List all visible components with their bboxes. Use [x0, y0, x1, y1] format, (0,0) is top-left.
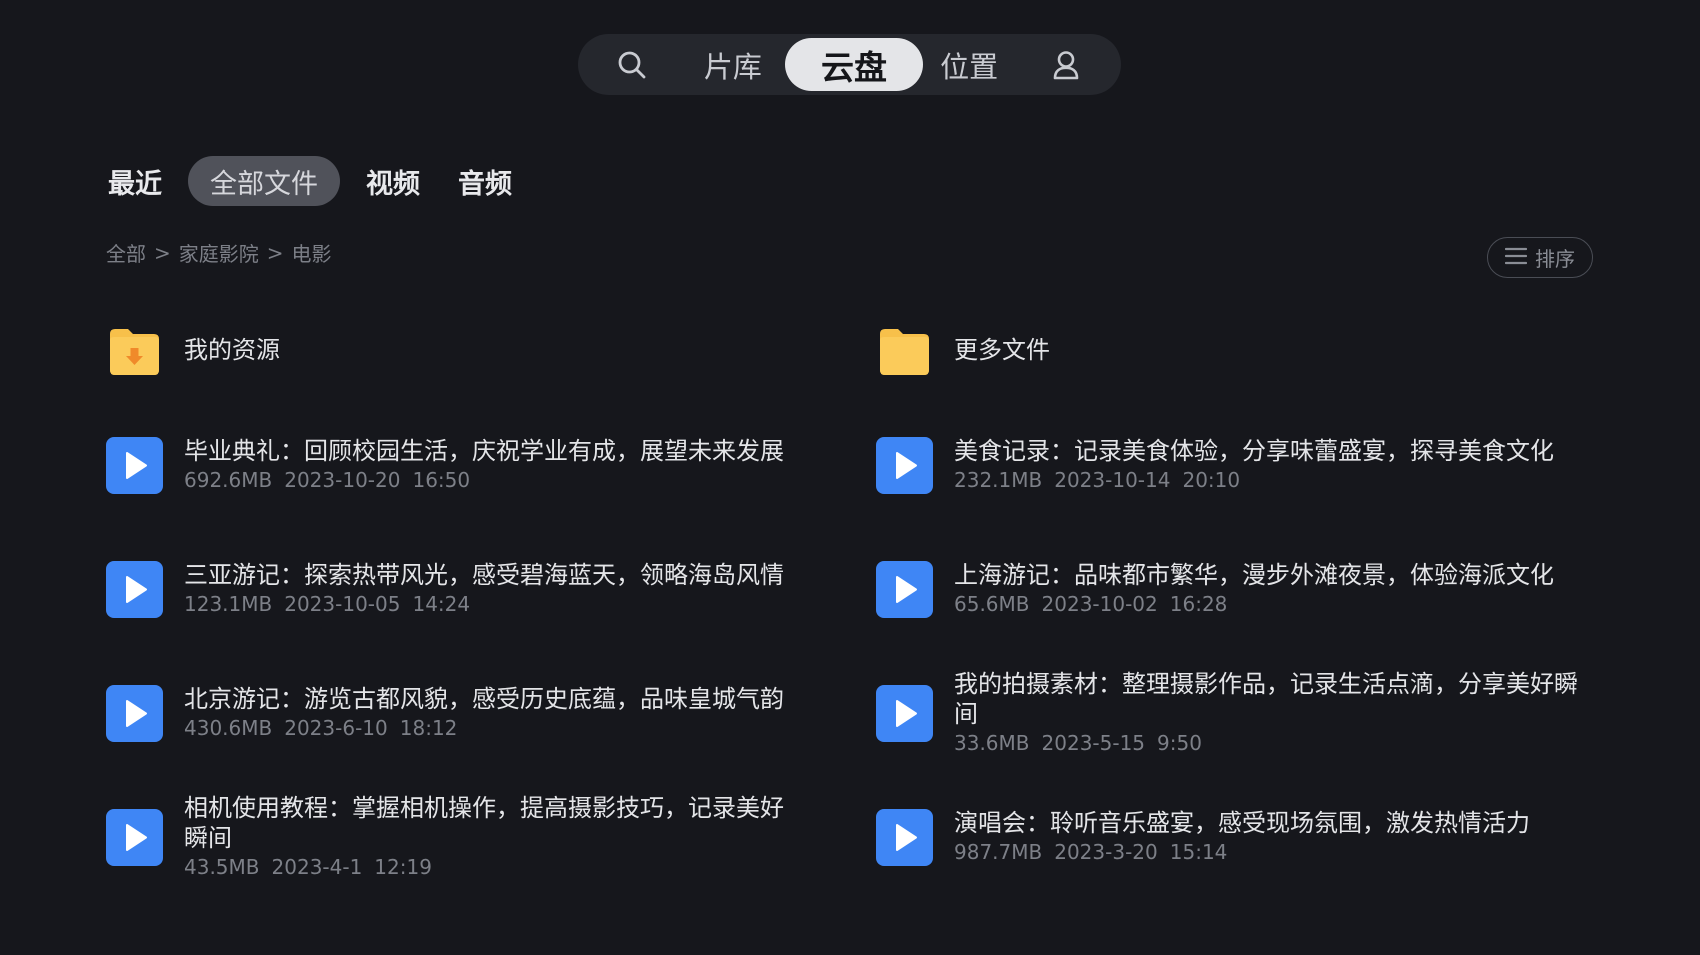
breadcrumb-item-all[interactable]: 全部 — [106, 238, 146, 267]
file-date: 2023-4-1 — [271, 855, 363, 879]
file-size: 123.1MB — [184, 592, 273, 616]
video-meta: 692.6MB 2023-10-20 16:50 — [184, 466, 784, 494]
video-meta: 65.6MB 2023-10-02 16:28 — [954, 590, 1554, 618]
breadcrumb-item-home-theater[interactable]: 家庭影院 — [179, 238, 259, 267]
video-meta: 232.1MB 2023-10-14 20:10 — [954, 466, 1554, 494]
nav-tab-location[interactable]: 位置 — [923, 38, 1014, 91]
play-icon — [106, 684, 163, 742]
file-date: 2023-10-14 — [1054, 468, 1171, 492]
nav-search-button[interactable] — [582, 38, 681, 91]
video-meta: 33.6MB 2023-5-15 9:50 — [954, 729, 1594, 757]
video-item[interactable]: 上海游记：品味都市繁华，漫步外滩夜景，体验海派文化 65.6MB 2023-10-… — [876, 549, 1576, 629]
video-item[interactable]: 毕业典礼：回顾校园生活，庆祝学业有成，展望未来发展 692.6MB 2023-10… — [106, 425, 806, 505]
folder-name: 我的资源 — [184, 336, 280, 364]
video-title: 三亚游记：探索热带风光，感受碧海蓝天，领略海岛风情 — [184, 561, 784, 589]
video-title: 毕业典礼：回顾校园生活，庆祝学业有成，展望未来发展 — [184, 437, 784, 465]
video-item[interactable]: 北京游记：游览古都风貌，感受历史底蕴，品味皇城气韵 430.6MB 2023-6-… — [106, 673, 806, 753]
play-icon — [106, 808, 163, 866]
file-size: 65.6MB — [954, 592, 1030, 616]
file-time: 15:14 — [1169, 840, 1228, 864]
search-icon — [616, 49, 648, 81]
video-meta: 987.7MB 2023-3-20 15:14 — [954, 838, 1530, 866]
video-title: 相机使用教程：掌握相机操作，提高摄影技巧，记录美好瞬间 — [184, 794, 784, 852]
tab-recent[interactable]: 最近 — [96, 156, 174, 206]
video-meta: 123.1MB 2023-10-05 14:24 — [184, 590, 784, 618]
breadcrumb: 全部 > 家庭影院 > 电影 — [106, 238, 332, 267]
file-size: 43.5MB — [184, 855, 260, 879]
list-icon — [1504, 246, 1535, 270]
file-size: 232.1MB — [954, 468, 1043, 492]
play-icon — [106, 436, 163, 494]
file-date: 2023-5-15 — [1041, 731, 1146, 755]
nav-tab-cloud[interactable]: 云盘 — [784, 38, 924, 91]
profile-icon — [1051, 49, 1081, 81]
video-item[interactable]: 美食记录：记录美食体验，分享味蕾盛宴，探寻美食文化 232.1MB 2023-10… — [876, 425, 1576, 505]
play-icon — [876, 560, 933, 618]
video-item[interactable]: 三亚游记：探索热带风光，感受碧海蓝天，领略海岛风情 123.1MB 2023-10… — [106, 549, 806, 629]
file-size: 33.6MB — [954, 731, 1030, 755]
sub-tabs: 最近 全部文件 视频 音频 — [96, 156, 538, 206]
play-icon — [876, 684, 933, 742]
file-time: 9:50 — [1157, 731, 1202, 755]
play-icon — [876, 808, 933, 866]
tab-all-files[interactable]: 全部文件 — [188, 156, 340, 206]
tab-video[interactable]: 视频 — [354, 156, 432, 206]
breadcrumb-separator: > — [266, 240, 284, 265]
tab-audio[interactable]: 音频 — [446, 156, 524, 206]
video-title: 美食记录：记录美食体验，分享味蕾盛宴，探寻美食文化 — [954, 437, 1554, 465]
sort-button[interactable]: 排序 — [1487, 237, 1593, 278]
file-time: 14:24 — [412, 592, 471, 616]
file-date: 2023-6-10 — [284, 716, 388, 740]
file-date: 2023-3-20 — [1054, 840, 1158, 864]
video-title: 上海游记：品味都市繁华，漫步外滩夜景，体验海派文化 — [954, 561, 1554, 589]
breadcrumb-separator: > — [154, 240, 171, 265]
file-date: 2023-10-02 — [1041, 592, 1158, 616]
file-size: 987.7MB — [954, 840, 1043, 864]
file-time: 16:28 — [1169, 592, 1228, 616]
file-time: 20:10 — [1182, 468, 1241, 492]
file-size: 692.6MB — [184, 468, 273, 492]
file-date: 2023-10-05 — [284, 592, 401, 616]
folder-item-more-files[interactable]: 更多文件 — [876, 310, 1576, 390]
play-icon — [106, 560, 163, 618]
play-icon — [876, 436, 933, 494]
top-navigation: 片库 云盘 位置 — [578, 34, 1121, 95]
folder-name: 更多文件 — [954, 336, 1050, 364]
video-item[interactable]: 我的拍摄素材：整理摄影作品，记录生活点滴，分享美好瞬间 33.6MB 2023-5… — [876, 670, 1598, 755]
file-time: 12:19 — [374, 855, 432, 879]
video-item[interactable]: 演唱会：聆听音乐盛宴，感受现场氛围，激发热情活力 987.7MB 2023-3-2… — [876, 797, 1576, 877]
sort-label: 排序 — [1535, 247, 1575, 271]
folder-item-my-resources[interactable]: 我的资源 — [106, 310, 806, 390]
video-meta: 430.6MB 2023-6-10 18:12 — [184, 714, 784, 742]
file-size: 430.6MB — [184, 716, 273, 740]
folder-icon — [876, 322, 933, 379]
video-title: 演唱会：聆听音乐盛宴，感受现场氛围，激发热情活力 — [954, 809, 1530, 837]
file-time: 16:50 — [412, 468, 471, 492]
nav-profile-button[interactable] — [1015, 38, 1117, 91]
nav-tab-library[interactable]: 片库 — [681, 38, 784, 91]
breadcrumb-item-movies: 电影 — [291, 242, 332, 266]
video-item[interactable]: 相机使用教程：掌握相机操作，提高摄影技巧，记录美好瞬间 43.5MB 2023-4… — [106, 794, 806, 879]
video-meta: 43.5MB 2023-4-1 12:19 — [184, 853, 806, 881]
file-date: 2023-10-20 — [284, 468, 401, 492]
video-title: 北京游记：游览古都风貌，感受历史底蕴，品味皇城气韵 — [184, 685, 784, 713]
file-time: 18:12 — [399, 716, 458, 740]
download-folder-icon — [106, 322, 163, 379]
video-title: 我的拍摄素材：整理摄影作品，记录生活点滴，分享美好瞬间 — [954, 670, 1578, 728]
